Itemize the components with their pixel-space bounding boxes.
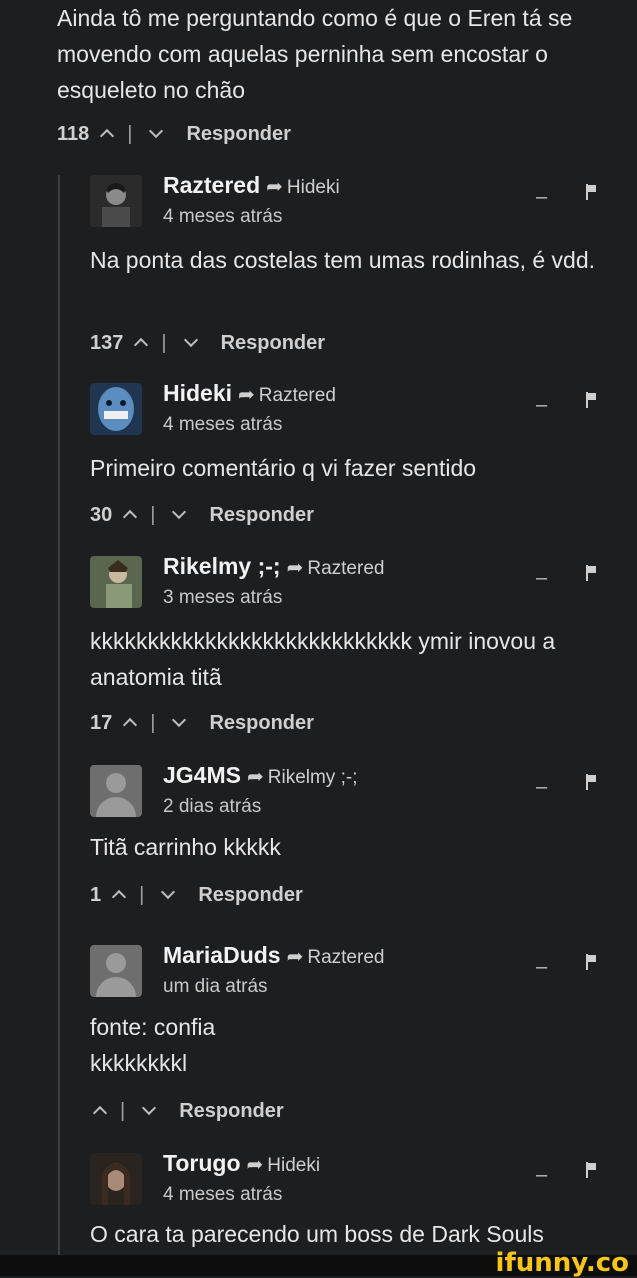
upvote-icon[interactable] [97, 124, 117, 144]
timestamp: 4 meses atrás [163, 1184, 283, 1205]
downvote-icon[interactable] [139, 1101, 159, 1121]
vote-bar: | Responder [90, 1097, 284, 1125]
reply-arrow-icon: ➦ [286, 946, 304, 968]
reply-arrow-icon: ➦ [246, 1154, 264, 1176]
vote-count: 17 [90, 711, 113, 734]
root-comment-text: Ainda tô me perguntando como é que o Ere… [57, 5, 573, 103]
reply-arrow-icon: ➦ [286, 557, 304, 579]
author-name[interactable]: MariaDuds [163, 942, 281, 969]
avatar[interactable] [90, 556, 142, 608]
reply-to-name[interactable]: Hideki [287, 177, 340, 199]
avatar[interactable] [90, 945, 142, 997]
vote-bar: 17 | Responder [90, 709, 314, 737]
downvote-icon[interactable] [169, 505, 189, 525]
reply-to-name[interactable]: Raztered [307, 558, 384, 580]
reply-to-name[interactable]: Hideki [267, 1155, 320, 1177]
comment-text: fonte: confia kkkkkkkkl [90, 1014, 216, 1076]
comment-header: Torugo ➦ Hideki [163, 1150, 320, 1177]
reply-button[interactable]: Responder [209, 504, 313, 527]
comment-text: O cara ta parecendo um boss de Dark Soul… [90, 1221, 544, 1247]
comment-header: Hideki ➦ Raztered [163, 380, 336, 407]
timestamp: um dia atrás [163, 976, 268, 997]
downvote-icon[interactable] [169, 713, 189, 733]
reply-button[interactable]: Responder [179, 1100, 283, 1123]
root-vote-bar: 118 | Responder [57, 120, 291, 148]
collapse-button[interactable]: – [536, 776, 547, 799]
thread-line [58, 175, 60, 1255]
upvote-icon[interactable] [131, 333, 151, 353]
reply-button[interactable]: Responder [198, 884, 302, 907]
vote-separator: | [150, 503, 156, 526]
reply-arrow-icon: ➦ [246, 766, 264, 788]
upvote-icon[interactable] [120, 713, 140, 733]
reply-to-name[interactable]: Raztered [259, 385, 336, 407]
collapse-button[interactable]: – [536, 956, 547, 979]
vote-separator: | [150, 711, 156, 734]
reply-button[interactable]: Responder [221, 332, 325, 355]
reply-to-name[interactable]: Raztered [307, 947, 384, 969]
comment-text: Na ponta das costelas tem umas rodinhas,… [90, 247, 596, 273]
flag-icon[interactable] [586, 184, 598, 200]
vote-count: 118 [57, 122, 90, 145]
reply-button[interactable]: Responder [209, 712, 313, 735]
avatar[interactable] [90, 1153, 142, 1205]
collapse-button[interactable]: – [536, 1164, 547, 1187]
author-name[interactable]: Rikelmy ;-; [163, 553, 281, 580]
reply-button[interactable]: Responder [186, 123, 290, 146]
vote-count: 137 [90, 331, 124, 354]
flag-icon[interactable] [586, 392, 598, 408]
vote-separator: | [161, 331, 167, 354]
vote-count: 1 [90, 883, 102, 906]
comment-header: Raztered ➦ Hideki [163, 172, 340, 199]
reply-arrow-icon: ➦ [238, 384, 255, 406]
vote-bar: 137 | Responder [90, 329, 325, 357]
upvote-icon[interactable] [90, 1101, 110, 1121]
author-name[interactable]: Torugo [163, 1150, 241, 1177]
flag-icon[interactable] [586, 565, 598, 581]
timestamp: 3 meses atrás [163, 587, 283, 608]
collapse-button[interactable]: – [536, 567, 547, 590]
collapse-button[interactable]: – [536, 186, 547, 209]
upvote-icon[interactable] [109, 885, 129, 905]
comment-header: JG4MS ➦ Rikelmy ;-; [163, 762, 357, 789]
downvote-icon[interactable] [158, 885, 178, 905]
author-name[interactable]: JG4MS [163, 762, 241, 789]
comment-header: Rikelmy ;-; ➦ Raztered [163, 553, 384, 580]
timestamp: 2 dias atrás [163, 796, 262, 817]
comment-text: Primeiro comentário q vi fazer sentido [90, 455, 477, 481]
vote-separator: | [127, 122, 133, 145]
author-name[interactable]: Hideki [163, 380, 232, 407]
flag-icon[interactable] [586, 1162, 598, 1178]
comment-header: MariaDuds ➦ Raztered [163, 942, 384, 969]
downvote-icon[interactable] [181, 333, 201, 353]
flag-icon[interactable] [586, 954, 598, 970]
upvote-icon[interactable] [120, 505, 140, 525]
avatar[interactable] [90, 383, 142, 435]
vote-count: 30 [90, 503, 113, 526]
avatar[interactable] [90, 175, 142, 227]
comment-text: Titã carrinho kkkkk [90, 834, 281, 860]
flag-icon[interactable] [586, 774, 598, 790]
reply-to-name[interactable]: Rikelmy ;-; [268, 767, 358, 789]
vote-separator: | [120, 1099, 126, 1122]
vote-bar: 1 | Responder [90, 881, 303, 909]
timestamp: 4 meses atrás [163, 206, 283, 227]
downvote-icon[interactable] [146, 124, 166, 144]
collapse-button[interactable]: – [536, 394, 547, 417]
vote-bar: 30 | Responder [90, 501, 314, 529]
timestamp: 4 meses atrás [163, 414, 283, 435]
author-name[interactable]: Raztered [163, 172, 260, 199]
reply-arrow-icon: ➦ [266, 176, 283, 198]
ifunny-watermark: ifunny.co [495, 1248, 629, 1278]
comment-text: kkkkkkkkkkkkkkkkkkkkkkkkkkkk ymir inovou… [90, 628, 556, 690]
vote-separator: | [139, 883, 145, 906]
avatar[interactable] [90, 765, 142, 817]
